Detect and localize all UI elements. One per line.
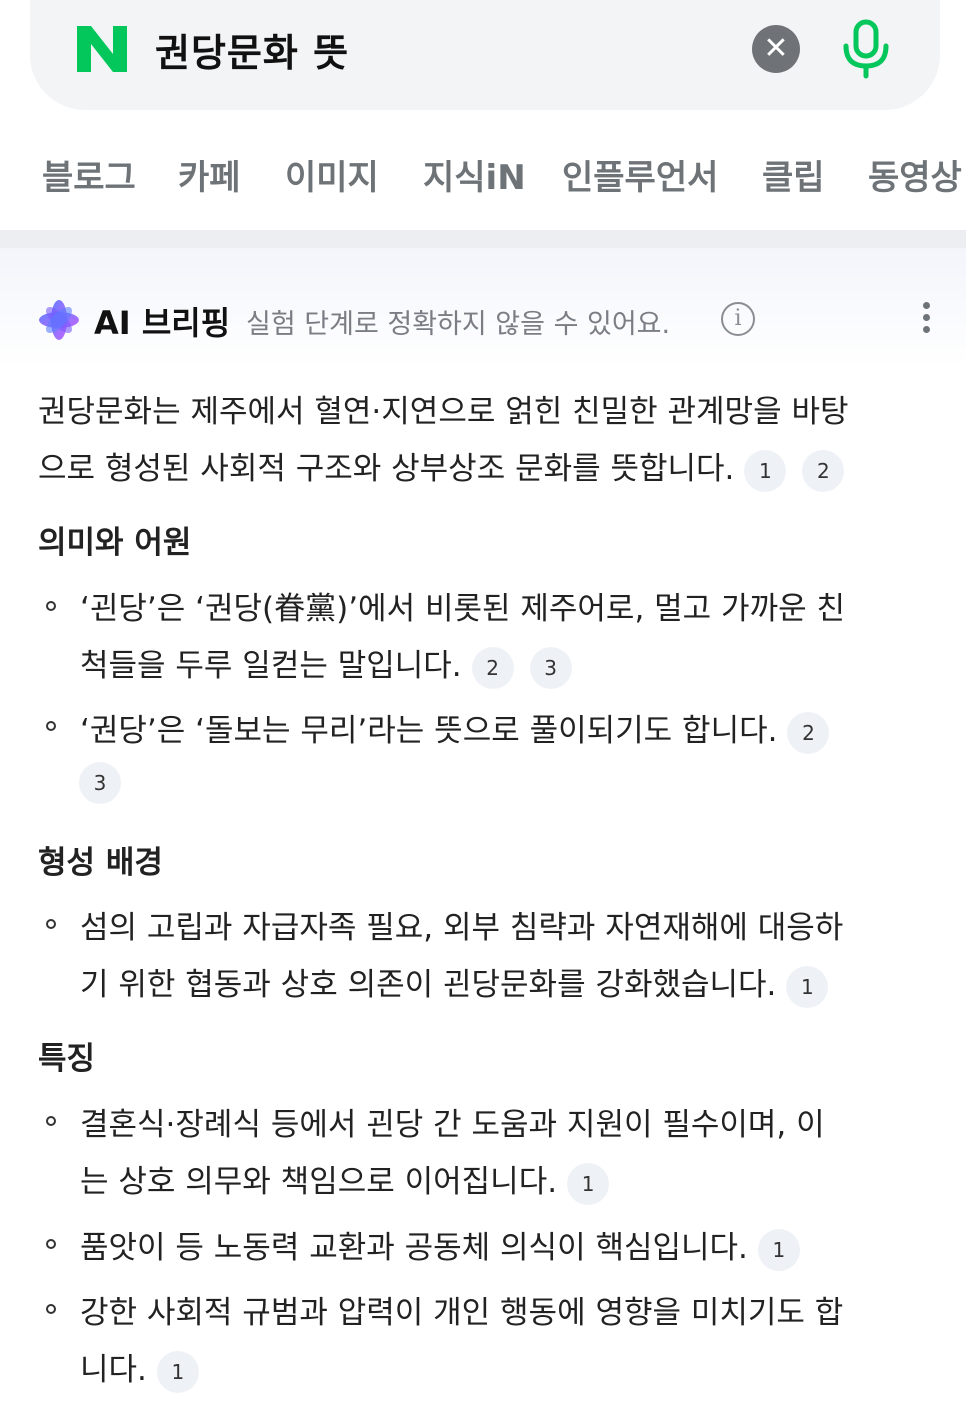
tab-video[interactable]: 동영상 xyxy=(868,150,962,199)
tab-blog[interactable]: 블로그 xyxy=(42,150,136,199)
bullet-text: ‘권당’은 ‘돌보는 무리’라는 뜻으로 풀이되기도 합니다. 2 xyxy=(80,705,830,754)
citation-badge[interactable]: 1 xyxy=(757,1228,800,1271)
tab-clip[interactable]: 클립 xyxy=(762,150,825,199)
bullet-text: ‘괸당’은 ‘권당(眷黨)’에서 비롯된 제주어로, 멀고 가까운 친 xyxy=(80,591,845,627)
bullet-text: 결혼식·장례식 등에서 괸당 간 도움과 지원이 필수이며, 이 xyxy=(80,1107,825,1143)
bullet-marker xyxy=(46,1304,56,1314)
citation-badge[interactable]: 3 xyxy=(79,762,121,804)
bullet-text: 강한 사회적 규범과 압력이 개인 행동에 영향을 미치기도 합 xyxy=(80,1295,844,1331)
citation-badge[interactable]: 2 xyxy=(802,449,845,492)
bullet-marker xyxy=(46,601,56,611)
citation-badge[interactable]: 1 xyxy=(156,1350,199,1393)
bullet-text: 니다. 1 xyxy=(80,1344,199,1393)
ai-sparkle-icon xyxy=(39,300,79,340)
citation-badge[interactable]: 1 xyxy=(567,1162,610,1205)
summary-line: 으로 형성된 사회적 구조와 상부상조 문화를 뜻합니다. 1 2 xyxy=(38,443,845,492)
search-tabs: 블로그 카페 이미지 지식iN 인플루언서 클립 동영상 xyxy=(0,150,966,200)
citation-badge[interactable]: 1 xyxy=(744,449,787,492)
info-icon[interactable]: i xyxy=(721,302,755,336)
citation-badge[interactable]: 1 xyxy=(786,965,829,1008)
bullet-text: 섬의 고립과 자급자족 필요, 외부 침략과 자연재해에 대응하 xyxy=(80,910,844,946)
citation-badge[interactable]: 3 xyxy=(529,646,572,689)
section-heading: 형성 배경 xyxy=(38,845,163,881)
tab-kin[interactable]: 지식iN xyxy=(423,150,526,199)
citation-badge[interactable]: 2 xyxy=(471,646,514,689)
tab-influencer[interactable]: 인플루언서 xyxy=(562,150,718,199)
section-heading: 의미와 어원 xyxy=(38,525,192,561)
search-query[interactable]: 권당문화 뜻 xyxy=(155,22,349,77)
bullet-marker xyxy=(46,919,56,929)
citation-badge[interactable]: 2 xyxy=(787,711,830,754)
bullet-marker xyxy=(46,721,56,731)
bullet-text: 기 위한 협동과 상호 의존이 괸당문화를 강화했습니다. 1 xyxy=(80,959,829,1008)
bullet-text: 품앗이 등 노동력 교환과 공동체 의식이 핵심입니다. 1 xyxy=(80,1222,800,1271)
section-heading: 특징 xyxy=(38,1041,96,1077)
section-divider xyxy=(0,230,966,248)
bullet-marker xyxy=(46,1116,56,1126)
tab-cafe[interactable]: 카페 xyxy=(178,150,241,199)
microphone-icon[interactable] xyxy=(838,18,894,80)
tab-image[interactable]: 이미지 xyxy=(285,150,379,199)
naver-logo xyxy=(77,26,127,72)
bullet-marker xyxy=(46,1239,56,1249)
clear-icon[interactable]: ✕ xyxy=(752,25,800,73)
bullet-text: 는 상호 의무와 책임으로 이어집니다. 1 xyxy=(80,1156,610,1205)
bullet-text: 척들을 두루 일컫는 말입니다. 2 3 xyxy=(80,640,572,689)
ai-briefing-note: 실험 단계로 정확하지 않을 수 있어요. xyxy=(246,309,671,340)
more-options-icon[interactable] xyxy=(920,302,932,338)
summary-line: 권당문화는 제주에서 혈연·지연으로 얽힌 친밀한 관계망을 바탕 xyxy=(38,394,849,430)
ai-briefing-title: AI 브리핑 xyxy=(94,304,231,342)
